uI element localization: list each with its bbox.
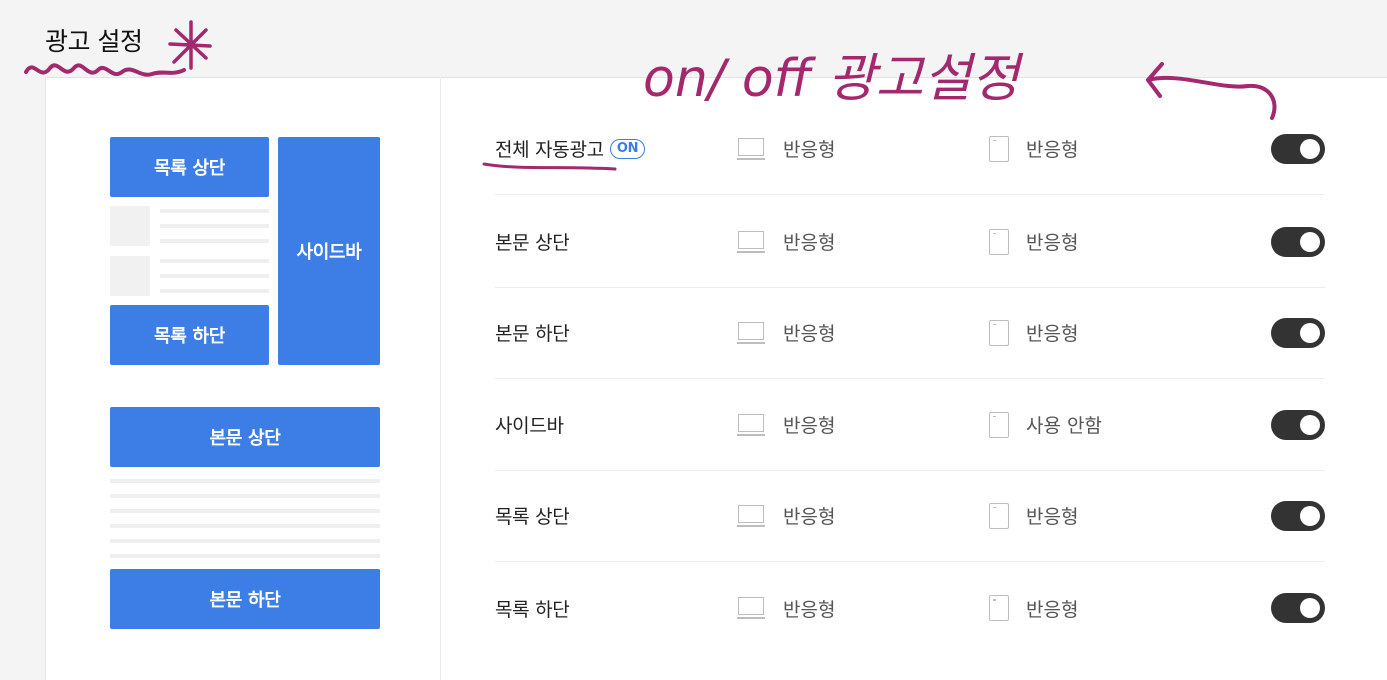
toggle-knob xyxy=(1300,231,1320,252)
row-label: 본문 하단 xyxy=(495,323,570,345)
mobile-setting[interactable]: 반응형 xyxy=(989,196,1078,287)
star-icon xyxy=(168,20,212,70)
mobile-setting[interactable]: 반응형 xyxy=(989,470,1078,561)
pc-setting[interactable]: 반응형 xyxy=(737,287,835,378)
row-label: 사이드바 xyxy=(495,415,564,437)
preview-list-bottom[interactable]: 목록 하단 xyxy=(110,305,269,365)
phone-icon xyxy=(989,319,1009,346)
pc-setting[interactable]: 반응형 xyxy=(737,196,835,287)
placeholder-line xyxy=(160,224,269,228)
toggle-switch[interactable] xyxy=(1271,226,1325,257)
monitor-icon xyxy=(737,597,765,619)
placeholder-line xyxy=(160,259,269,263)
phone-icon xyxy=(989,502,1009,529)
placeholder-line xyxy=(110,524,380,528)
on-badge: ON xyxy=(609,138,646,159)
setting-row-body-bottom: 본문 하단 반응형 반응형 xyxy=(495,287,1325,379)
pc-value: 반응형 xyxy=(783,232,836,254)
setting-row-list-top: 목록 상단 반응형 반응형 xyxy=(495,470,1325,562)
toggle-switch[interactable] xyxy=(1271,593,1325,623)
placeholder-line xyxy=(160,209,269,213)
phone-icon xyxy=(989,228,1009,255)
row-label: 본문 상단 xyxy=(495,232,570,254)
placeholder-line xyxy=(110,479,380,483)
preview-list-top[interactable]: 목록 상단 xyxy=(110,137,269,197)
pc-value: 반응형 xyxy=(783,506,836,528)
mobile-value: 반응형 xyxy=(1026,598,1079,621)
pc-setting[interactable]: 반응형 xyxy=(737,562,835,654)
placeholder-line xyxy=(160,274,269,278)
monitor-icon xyxy=(737,504,765,527)
pc-setting[interactable]: 반응형 xyxy=(737,103,835,194)
toggle-switch[interactable] xyxy=(1271,409,1325,440)
row-label: 목록 하단 xyxy=(495,598,570,621)
pc-value: 반응형 xyxy=(783,139,836,161)
placeholder-thumb xyxy=(110,206,150,246)
mobile-value: 사용 안함 xyxy=(1026,415,1102,437)
phone-icon xyxy=(989,135,1009,162)
pc-setting[interactable]: 반응형 xyxy=(737,470,835,561)
preview-body-bottom[interactable]: 본문 하단 xyxy=(110,569,380,629)
toggle-knob xyxy=(1300,505,1320,526)
pc-value: 반응형 xyxy=(783,323,836,345)
preview-body-top[interactable]: 본문 상단 xyxy=(110,407,380,467)
mobile-setting[interactable]: 반응형 xyxy=(989,562,1078,654)
toggle-switch[interactable] xyxy=(1271,133,1325,164)
placeholder-line xyxy=(160,289,269,293)
toggle-knob xyxy=(1300,322,1320,343)
mobile-value: 반응형 xyxy=(1026,232,1079,254)
toggle-knob xyxy=(1300,138,1320,159)
phone-icon xyxy=(989,411,1009,438)
placeholder-line xyxy=(110,539,380,543)
mobile-setting[interactable]: 사용 안함 xyxy=(989,379,1102,470)
mobile-value: 반응형 xyxy=(1026,139,1079,161)
panel-divider xyxy=(440,77,441,680)
mobile-setting[interactable]: 반응형 xyxy=(989,287,1078,378)
preview-sidebar[interactable]: 사이드바 xyxy=(278,137,380,365)
mobile-setting[interactable]: 반응형 xyxy=(989,103,1078,194)
pc-setting[interactable]: 반응형 xyxy=(737,379,835,470)
placeholder-line xyxy=(110,509,380,513)
setting-row-auto-ads: 전체 자동광고 ON 반응형 반응형 xyxy=(495,103,1325,195)
toggle-knob xyxy=(1300,414,1320,435)
setting-row-sidebar: 사이드바 반응형 사용 안함 xyxy=(495,379,1325,471)
placeholder-line xyxy=(110,494,380,498)
monitor-icon xyxy=(737,321,765,344)
row-label: 목록 상단 xyxy=(495,506,570,528)
squiggle-underline xyxy=(24,63,186,77)
monitor-icon xyxy=(737,137,765,160)
toggle-switch[interactable] xyxy=(1271,317,1325,348)
mobile-value: 반응형 xyxy=(1026,323,1079,345)
pc-value: 반응형 xyxy=(783,598,836,621)
placeholder-line xyxy=(160,239,269,243)
pc-value: 반응형 xyxy=(783,415,836,437)
toggle-knob xyxy=(1300,598,1320,618)
page-title: 광고 설정 xyxy=(45,27,143,56)
mobile-value: 반응형 xyxy=(1026,506,1079,528)
monitor-icon xyxy=(737,413,765,436)
placeholder-thumb xyxy=(110,256,150,296)
toggle-switch[interactable] xyxy=(1271,500,1325,531)
placeholder-line xyxy=(110,554,380,558)
row-label: 전체 자동광고 xyxy=(495,139,604,161)
setting-row-body-top: 본문 상단 반응형 반응형 xyxy=(495,196,1325,288)
phone-icon xyxy=(989,595,1009,621)
monitor-icon xyxy=(737,230,765,253)
setting-row-list-bottom: 목록 하단 반응형 반응형 xyxy=(495,562,1325,654)
